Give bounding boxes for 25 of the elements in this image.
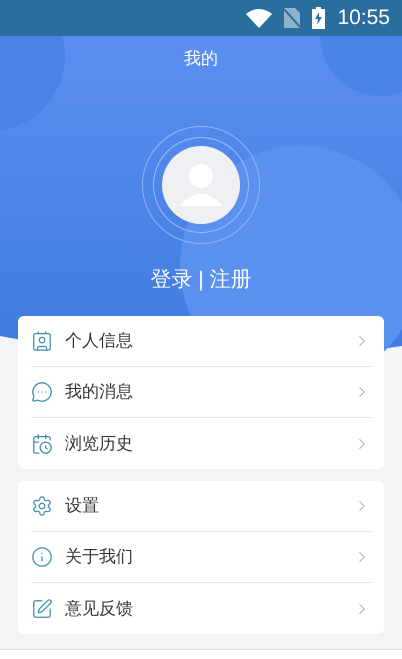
menu-item-label: 我的消息 xyxy=(65,381,134,404)
calendar-clock-icon xyxy=(31,432,53,454)
menu-item[interactable]: 个人信息 xyxy=(31,316,371,367)
menu-item[interactable]: 我的消息 xyxy=(31,367,371,418)
chat-bubble-icon xyxy=(31,381,53,403)
menu-item-label: 个人信息 xyxy=(65,330,134,352)
menu-item-label: 意见反馈 xyxy=(65,598,134,620)
menu-item[interactable]: 意见反馈 xyxy=(31,583,371,634)
no-sim-icon xyxy=(284,8,300,28)
contact-card-icon xyxy=(31,330,53,352)
status-time: 10:55 xyxy=(337,5,390,32)
menu-item-label: 设置 xyxy=(65,495,100,518)
menu-item-label: 浏览历史 xyxy=(65,432,134,455)
wifi-icon xyxy=(246,8,272,28)
user-silhouette-icon xyxy=(162,146,240,224)
menu-item[interactable]: 关于我们 xyxy=(31,532,371,583)
edit-note-icon xyxy=(31,598,53,620)
battery-charging-icon xyxy=(312,7,326,29)
menu-item[interactable]: 设置 xyxy=(31,481,371,532)
menu-item-label: 关于我们 xyxy=(65,546,134,568)
avatar[interactable] xyxy=(142,126,260,244)
settings-icon xyxy=(31,495,53,517)
menu-item[interactable]: 浏览历史 xyxy=(31,418,371,469)
page-title: 我的 xyxy=(184,48,218,70)
info-icon xyxy=(31,546,53,568)
